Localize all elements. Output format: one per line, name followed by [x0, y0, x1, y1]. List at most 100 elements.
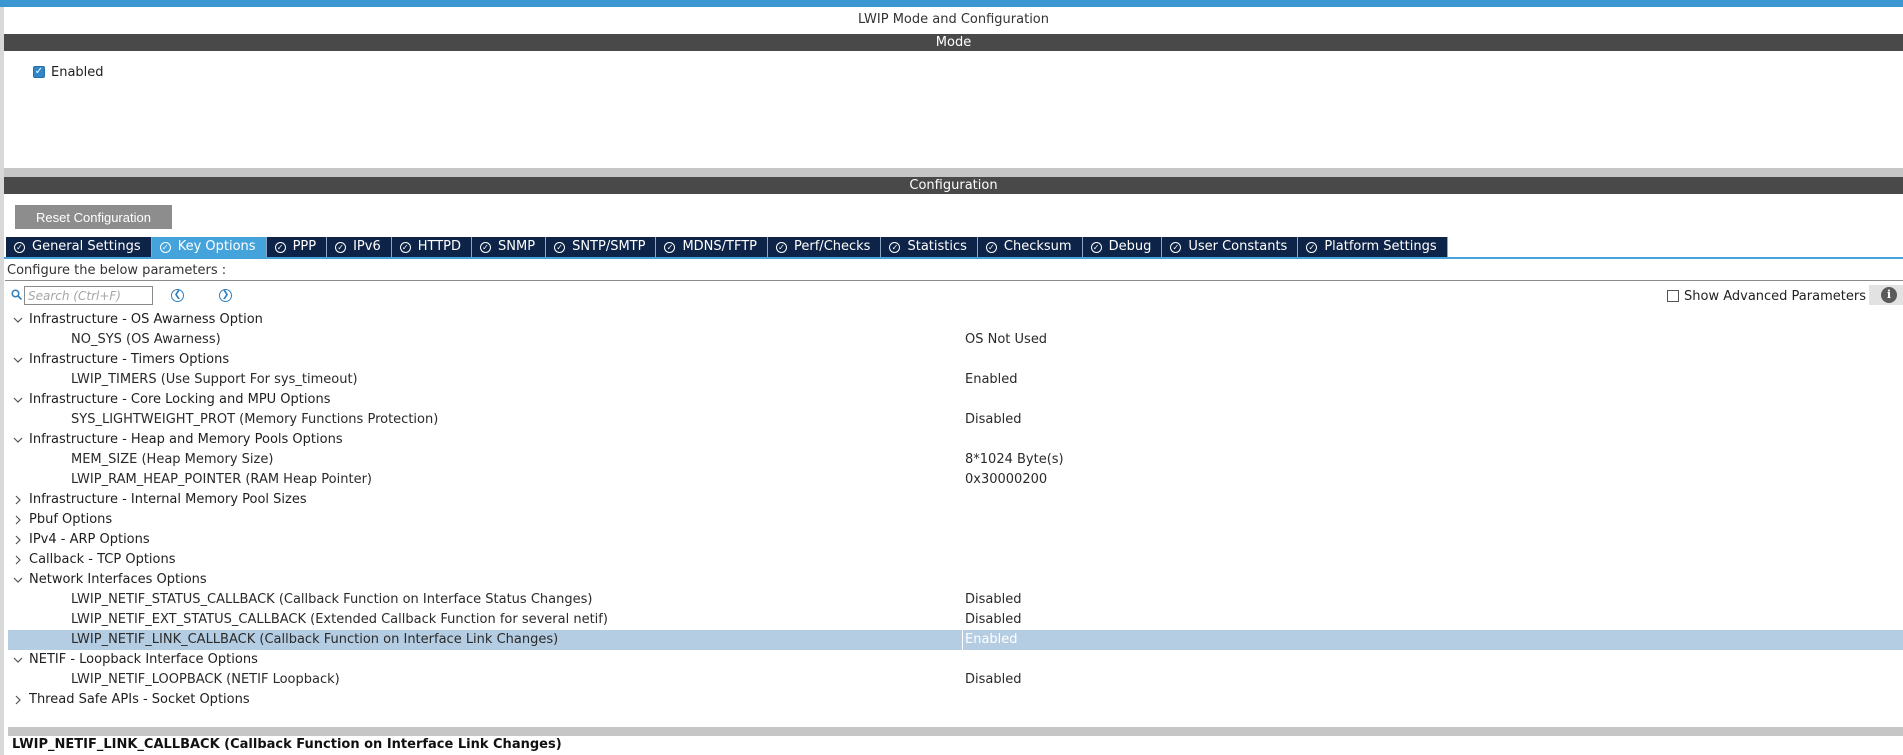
parameter-row[interactable]: LWIP_NETIF_EXT_STATUS_CALLBACK (Extended…	[8, 610, 1903, 630]
parameter-value[interactable]: Enabled	[962, 630, 1018, 650]
enabled-checkbox[interactable]: ✓	[33, 66, 45, 78]
parameter-label: NO_SYS (OS Awarness)	[71, 332, 221, 347]
parameter-row[interactable]: LWIP_NETIF_LOOPBACK (NETIF Loopback) Disa…	[8, 670, 1903, 690]
description-separator[interactable]	[8, 727, 1903, 736]
chevron-down-icon[interactable]	[12, 650, 24, 670]
parameter-value[interactable]: Enabled	[965, 370, 1018, 390]
parameter-row[interactable]: SYS_LIGHTWEIGHT_PROT (Memory Functions P…	[8, 410, 1903, 430]
search-input[interactable]	[24, 286, 153, 305]
check-circle-icon: ✓	[480, 241, 492, 253]
tab-mdns-tftp[interactable]: ✓ MDNS/TFTP	[656, 237, 769, 257]
group-label: Pbuf Options	[29, 512, 113, 527]
tree-group[interactable]: Callback - TCP Options	[8, 550, 1903, 570]
group-label: Callback - TCP Options	[29, 552, 176, 567]
tab-platform-settings[interactable]: ✓ Platform Settings	[1298, 237, 1448, 257]
group-label: Network Interfaces Options	[29, 572, 207, 587]
chevron-down-icon[interactable]	[12, 430, 24, 450]
enabled-label: Enabled	[51, 64, 104, 80]
parameter-row[interactable]: MEM_SIZE (Heap Memory Size) 8*1024 Byte(s…	[8, 450, 1903, 470]
tab-general-settings[interactable]: ✓ General Settings	[6, 237, 152, 257]
chevron-right-icon[interactable]	[12, 550, 24, 570]
tab-snmp[interactable]: ✓ SNMP	[472, 237, 547, 257]
search-icon	[11, 289, 22, 300]
chevron-down-icon[interactable]	[12, 570, 24, 590]
tree-group[interactable]: Pbuf Options	[8, 510, 1903, 530]
section-separator[interactable]	[4, 168, 1903, 177]
show-advanced-parameters-toggle[interactable]: Show Advanced Parameters	[1667, 289, 1866, 304]
check-circle-icon: ✓	[1170, 241, 1182, 253]
tab-checksum[interactable]: ✓ Checksum	[977, 237, 1083, 257]
parameter-value[interactable]: Disabled	[965, 410, 1021, 430]
chevron-down-icon[interactable]	[12, 310, 24, 330]
search-previous-button[interactable]: ❮	[171, 289, 184, 302]
parameter-label: LWIP_NETIF_LOOPBACK (NETIF Loopback)	[71, 672, 340, 687]
tree-group[interactable]: Thread Safe APIs - Socket Options	[8, 690, 1903, 710]
chevron-right-icon[interactable]	[12, 530, 24, 550]
parameter-label: MEM_SIZE (Heap Memory Size)	[71, 452, 274, 467]
parameter-row[interactable]: LWIP_NETIF_STATUS_CALLBACK (Callback Fun…	[8, 590, 1903, 610]
tab-label: General Settings	[32, 239, 141, 254]
tree-group[interactable]: IPv4 - ARP Options	[8, 530, 1903, 550]
tab-label: SNMP	[498, 239, 536, 254]
check-circle-icon: ✓	[1306, 241, 1318, 253]
tab-label: Statistics	[907, 239, 967, 254]
chevron-right-icon[interactable]	[12, 490, 24, 510]
reset-configuration-button[interactable]: Reset Configuration	[15, 205, 172, 229]
group-label: Infrastructure - Internal Memory Pool Si…	[29, 492, 307, 507]
tree-group[interactable]: NETIF - Loopback Interface Options	[8, 650, 1903, 670]
tab-label: SNTP/SMTP	[572, 239, 646, 254]
parameter-value[interactable]: 8*1024 Byte(s)	[965, 450, 1064, 470]
chevron-right-icon[interactable]	[12, 510, 24, 530]
tab-ipv6[interactable]: ✓ IPv6	[327, 237, 392, 257]
search-next-button[interactable]: ❯	[219, 289, 232, 302]
chevron-right-icon[interactable]	[12, 690, 24, 710]
tab-label: PPP	[292, 239, 317, 254]
tree-group[interactable]: Network Interfaces Options	[8, 570, 1903, 590]
parameter-label: LWIP_NETIF_LINK_CALLBACK (Callback Funct…	[71, 632, 559, 647]
group-label: NETIF - Loopback Interface Options	[29, 652, 258, 667]
tab-sntp-smtp[interactable]: ✓ SNTP/SMTP	[546, 237, 657, 257]
tab-label: IPv6	[353, 239, 381, 254]
tab-label: User Constants	[1188, 239, 1288, 254]
tree-group[interactable]: Infrastructure - Timers Options	[8, 350, 1903, 370]
tab-httpd[interactable]: ✓ HTTPD	[391, 237, 473, 257]
tree-group[interactable]: Infrastructure - Internal Memory Pool Si…	[8, 490, 1903, 510]
check-circle-icon: ✓	[776, 241, 788, 253]
tree-group[interactable]: Infrastructure - OS Awarness Option	[8, 310, 1903, 330]
tab-perf-checks[interactable]: ✓ Perf/Checks	[768, 237, 882, 257]
parameter-label: LWIP_TIMERS (Use Support For sys_timeout…	[71, 372, 358, 387]
parameter-value[interactable]: Disabled	[965, 610, 1021, 630]
tab-debug[interactable]: ✓ Debug	[1082, 237, 1163, 257]
show-advanced-checkbox[interactable]	[1667, 290, 1679, 302]
parameter-label: SYS_LIGHTWEIGHT_PROT (Memory Functions P…	[71, 412, 439, 427]
tree-group[interactable]: Infrastructure - Core Locking and MPU Op…	[8, 390, 1903, 410]
tree-group[interactable]: Infrastructure - Heap and Memory Pools O…	[8, 430, 1903, 450]
parameter-value[interactable]: 0x30000200	[965, 470, 1047, 490]
group-label: Thread Safe APIs - Socket Options	[29, 692, 250, 707]
check-circle-icon: ✓	[554, 241, 566, 253]
group-label: Infrastructure - Heap and Memory Pools O…	[29, 432, 343, 447]
group-label: Infrastructure - OS Awarness Option	[29, 312, 263, 327]
config-tabs: ✓ General Settings ✓ Key Options ✓ PPP ✓ IPv6 ✓ H…	[6, 237, 1448, 257]
chevron-down-icon[interactable]	[12, 350, 24, 370]
group-label: IPv4 - ARP Options	[29, 532, 150, 547]
tab-key-options[interactable]: ✓ Key Options	[151, 237, 267, 257]
parameter-row[interactable]: LWIP_TIMERS (Use Support For sys_timeout…	[8, 370, 1903, 390]
tab-user-constants[interactable]: ✓ User Constants	[1162, 237, 1299, 257]
tab-ppp[interactable]: ✓ PPP	[266, 237, 328, 257]
parameter-value[interactable]: OS Not Used	[965, 330, 1047, 350]
check-circle-icon: ✓	[1090, 241, 1102, 253]
parameter-row[interactable]: LWIP_RAM_HEAP_POINTER (RAM Heap Pointer)…	[8, 470, 1903, 490]
check-circle-icon: ✓	[335, 241, 347, 253]
parameter-row[interactable]: NO_SYS (OS Awarness) OS Not Used	[8, 330, 1903, 350]
parameter-value[interactable]: Disabled	[965, 590, 1021, 610]
tab-statistics[interactable]: ✓ Statistics	[881, 237, 978, 257]
enabled-checkbox-row[interactable]: ✓ Enabled	[33, 64, 104, 80]
info-icon[interactable]: i	[1881, 287, 1897, 303]
parameter-tree: Infrastructure - OS Awarness Option NO_SY…	[8, 310, 1903, 710]
configuration-section-header: Configuration	[4, 177, 1903, 194]
parameter-value[interactable]: Disabled	[965, 670, 1021, 690]
mode-section-header: Mode	[4, 34, 1903, 51]
parameter-row[interactable]: LWIP_NETIF_LINK_CALLBACK (Callback Funct…	[8, 630, 1903, 650]
chevron-down-icon[interactable]	[12, 390, 24, 410]
